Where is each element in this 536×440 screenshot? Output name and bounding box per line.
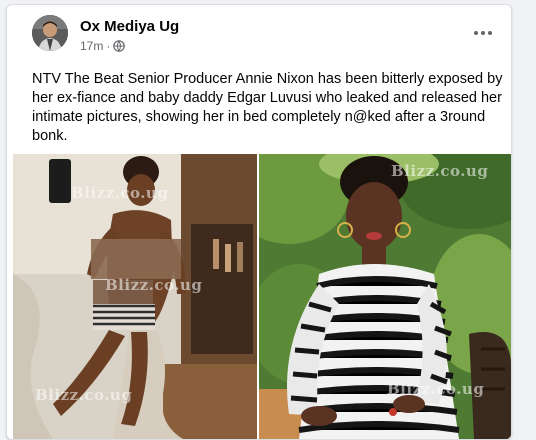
post-meta: 17m · bbox=[80, 39, 126, 53]
more-dots-icon bbox=[473, 30, 493, 36]
post-timestamp[interactable]: 17m bbox=[80, 39, 103, 53]
avatar[interactable] bbox=[32, 15, 68, 51]
globe-icon[interactable] bbox=[113, 40, 126, 52]
post-card: Ox Mediya Ug 17m · NTV The Beat Senior P… bbox=[6, 4, 512, 440]
post-photos: Blizz.co.ug Blizz.co.ug Blizz.co.ug Bliz… bbox=[13, 154, 511, 439]
avatar-photo bbox=[32, 15, 68, 51]
photo-right-image bbox=[259, 154, 511, 439]
photo-left-image bbox=[13, 154, 257, 439]
meta-separator: · bbox=[106, 39, 111, 53]
photo-left[interactable]: Blizz.co.ug Blizz.co.ug Blizz.co.ug bbox=[13, 154, 257, 439]
photo-right[interactable]: Blizz.co.ug Blizz.co.ug bbox=[259, 154, 511, 439]
more-options-button[interactable] bbox=[469, 19, 497, 47]
post-text: NTV The Beat Senior Producer Annie Nixon… bbox=[32, 71, 503, 144]
post-author-name[interactable]: Ox Mediya Ug bbox=[80, 18, 179, 35]
post-header: Ox Mediya Ug 17m · bbox=[7, 5, 511, 61]
